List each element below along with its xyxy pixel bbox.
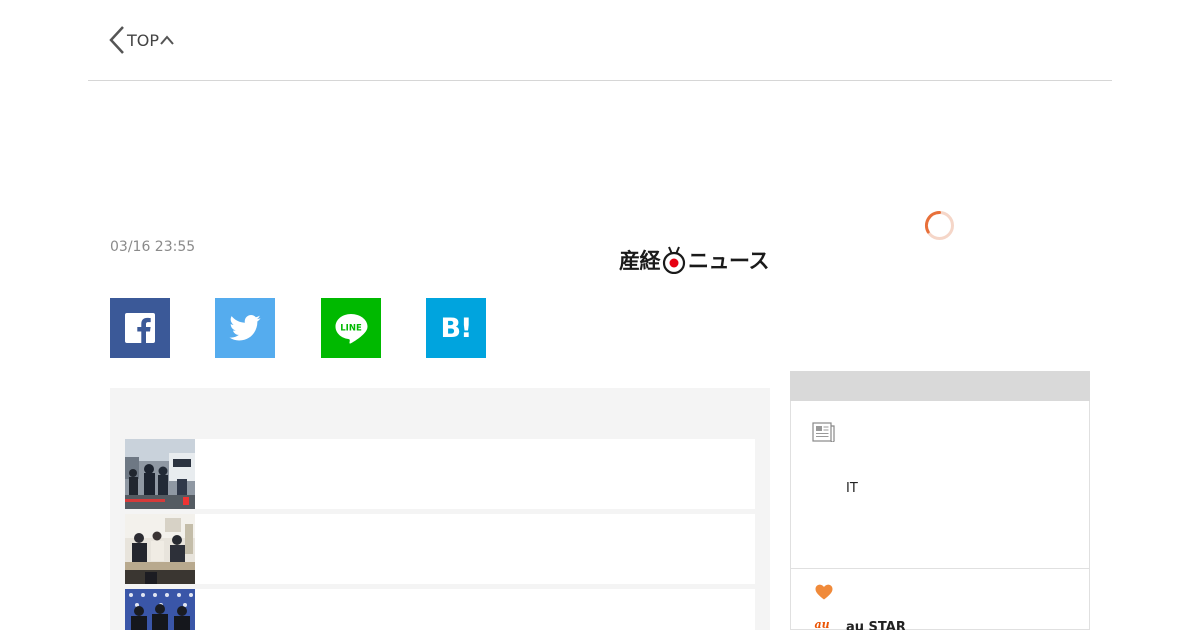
sankei-mascot-icon [662, 246, 686, 274]
article-thumbnail [125, 589, 195, 630]
share-twitter-button[interactable] [215, 298, 275, 358]
au-star-logo-icon: au [814, 618, 829, 630]
back-link-label: TOP [127, 30, 160, 50]
newspaper-icon [812, 422, 835, 442]
related-article-item[interactable] [125, 514, 755, 584]
category-label: IT [846, 481, 858, 496]
related-article-item[interactable] [125, 589, 755, 630]
share-line-button[interactable]: LINE [321, 298, 381, 358]
au-star-label: au STAR [846, 620, 906, 630]
svg-text:LINE: LINE [340, 324, 362, 334]
top-navigation-bar: TOP [88, 0, 1112, 81]
facebook-icon [125, 313, 155, 343]
source-logo: 産経 ニュース [619, 245, 769, 275]
share-hatena-bookmark-button[interactable]: B! [426, 298, 486, 358]
source-name-left: 産経 [619, 249, 661, 273]
hatena-bookmark-icon: B! [440, 312, 473, 344]
loading-spinner-icon [925, 210, 954, 240]
related-article-item[interactable] [125, 439, 755, 509]
sidebar-divider [791, 568, 1089, 569]
article-thumbnail [125, 439, 195, 509]
sidebar-panel: IT au au STAR [790, 371, 1090, 630]
line-icon: LINE [335, 314, 368, 344]
twitter-icon [229, 315, 261, 341]
share-facebook-button[interactable] [110, 298, 170, 358]
source-name-right: ニュース [688, 249, 769, 273]
press-conference-photo [125, 589, 195, 630]
chevron-left-icon [109, 26, 124, 54]
back-to-top-link[interactable]: TOP [109, 24, 174, 56]
article-thumbnail [125, 514, 195, 584]
police-scene-photo [125, 439, 195, 509]
office-meeting-photo [125, 514, 195, 584]
heart-icon [815, 584, 833, 600]
svg-text:au: au [814, 618, 829, 630]
caret-up-icon [160, 35, 174, 45]
sidebar-header [790, 371, 1090, 401]
article-date: 03/16 23:55 [110, 239, 196, 255]
related-articles-panel [110, 388, 770, 630]
